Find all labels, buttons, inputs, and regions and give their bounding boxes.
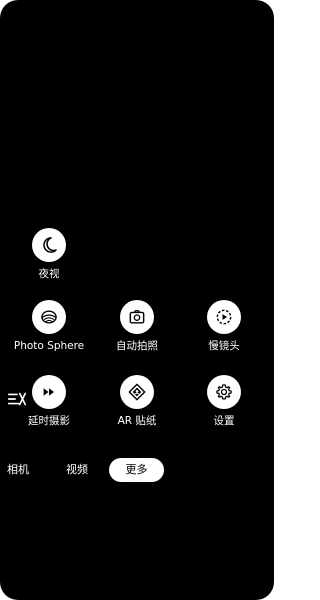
sort-off-toggle[interactable] [6, 388, 28, 410]
sort-off-icon [7, 392, 27, 406]
time-lapse-label: 延时摄影 [28, 415, 70, 427]
sphere-icon [41, 310, 57, 324]
slow-motion-icon [216, 309, 232, 325]
gear-icon [216, 384, 232, 400]
slow-motion-label: 慢镜头 [208, 340, 240, 352]
mode-ar-stickers[interactable]: AR 贴纸 [97, 375, 177, 428]
mode-auto-capture[interactable]: 自动拍照 [97, 300, 177, 353]
auto-capture-label: 自动拍照 [116, 340, 158, 352]
settings-button[interactable] [207, 375, 241, 409]
auto-capture-icon [129, 310, 145, 324]
fast-forward-icon [43, 388, 54, 396]
ar-stickers-button[interactable] [120, 375, 154, 409]
auto-capture-button[interactable] [120, 300, 154, 334]
camera-more-screen: 夜视 Photo Sphere 自动拍照 慢镜头 延时摄影 AR 贴纸 设置 相… [0, 0, 274, 600]
photo-sphere-label: Photo Sphere [13, 340, 85, 352]
mode-photo-sphere[interactable]: Photo Sphere [9, 300, 89, 353]
photo-sphere-button[interactable] [32, 300, 66, 334]
night-mode-label: 夜视 [38, 268, 60, 280]
mode-slow-motion[interactable]: 慢镜头 [184, 300, 264, 353]
ar-stickers-label: AR 贴纸 [117, 415, 157, 427]
tab-camera[interactable]: 相机 [4, 458, 32, 482]
night-mode-button[interactable] [32, 228, 66, 262]
moon-icon [43, 237, 57, 253]
mode-tab-bar: 相机 视频 更多 [0, 458, 274, 484]
mode-settings[interactable]: 设置 [184, 375, 264, 428]
mode-night[interactable]: 夜视 [9, 228, 89, 281]
tab-more[interactable]: 更多 [109, 458, 164, 482]
settings-label: 设置 [213, 415, 235, 427]
ar-sticker-icon [128, 383, 146, 401]
tab-video[interactable]: 视频 [62, 458, 92, 482]
time-lapse-button[interactable] [32, 375, 66, 409]
slow-motion-button[interactable] [207, 300, 241, 334]
